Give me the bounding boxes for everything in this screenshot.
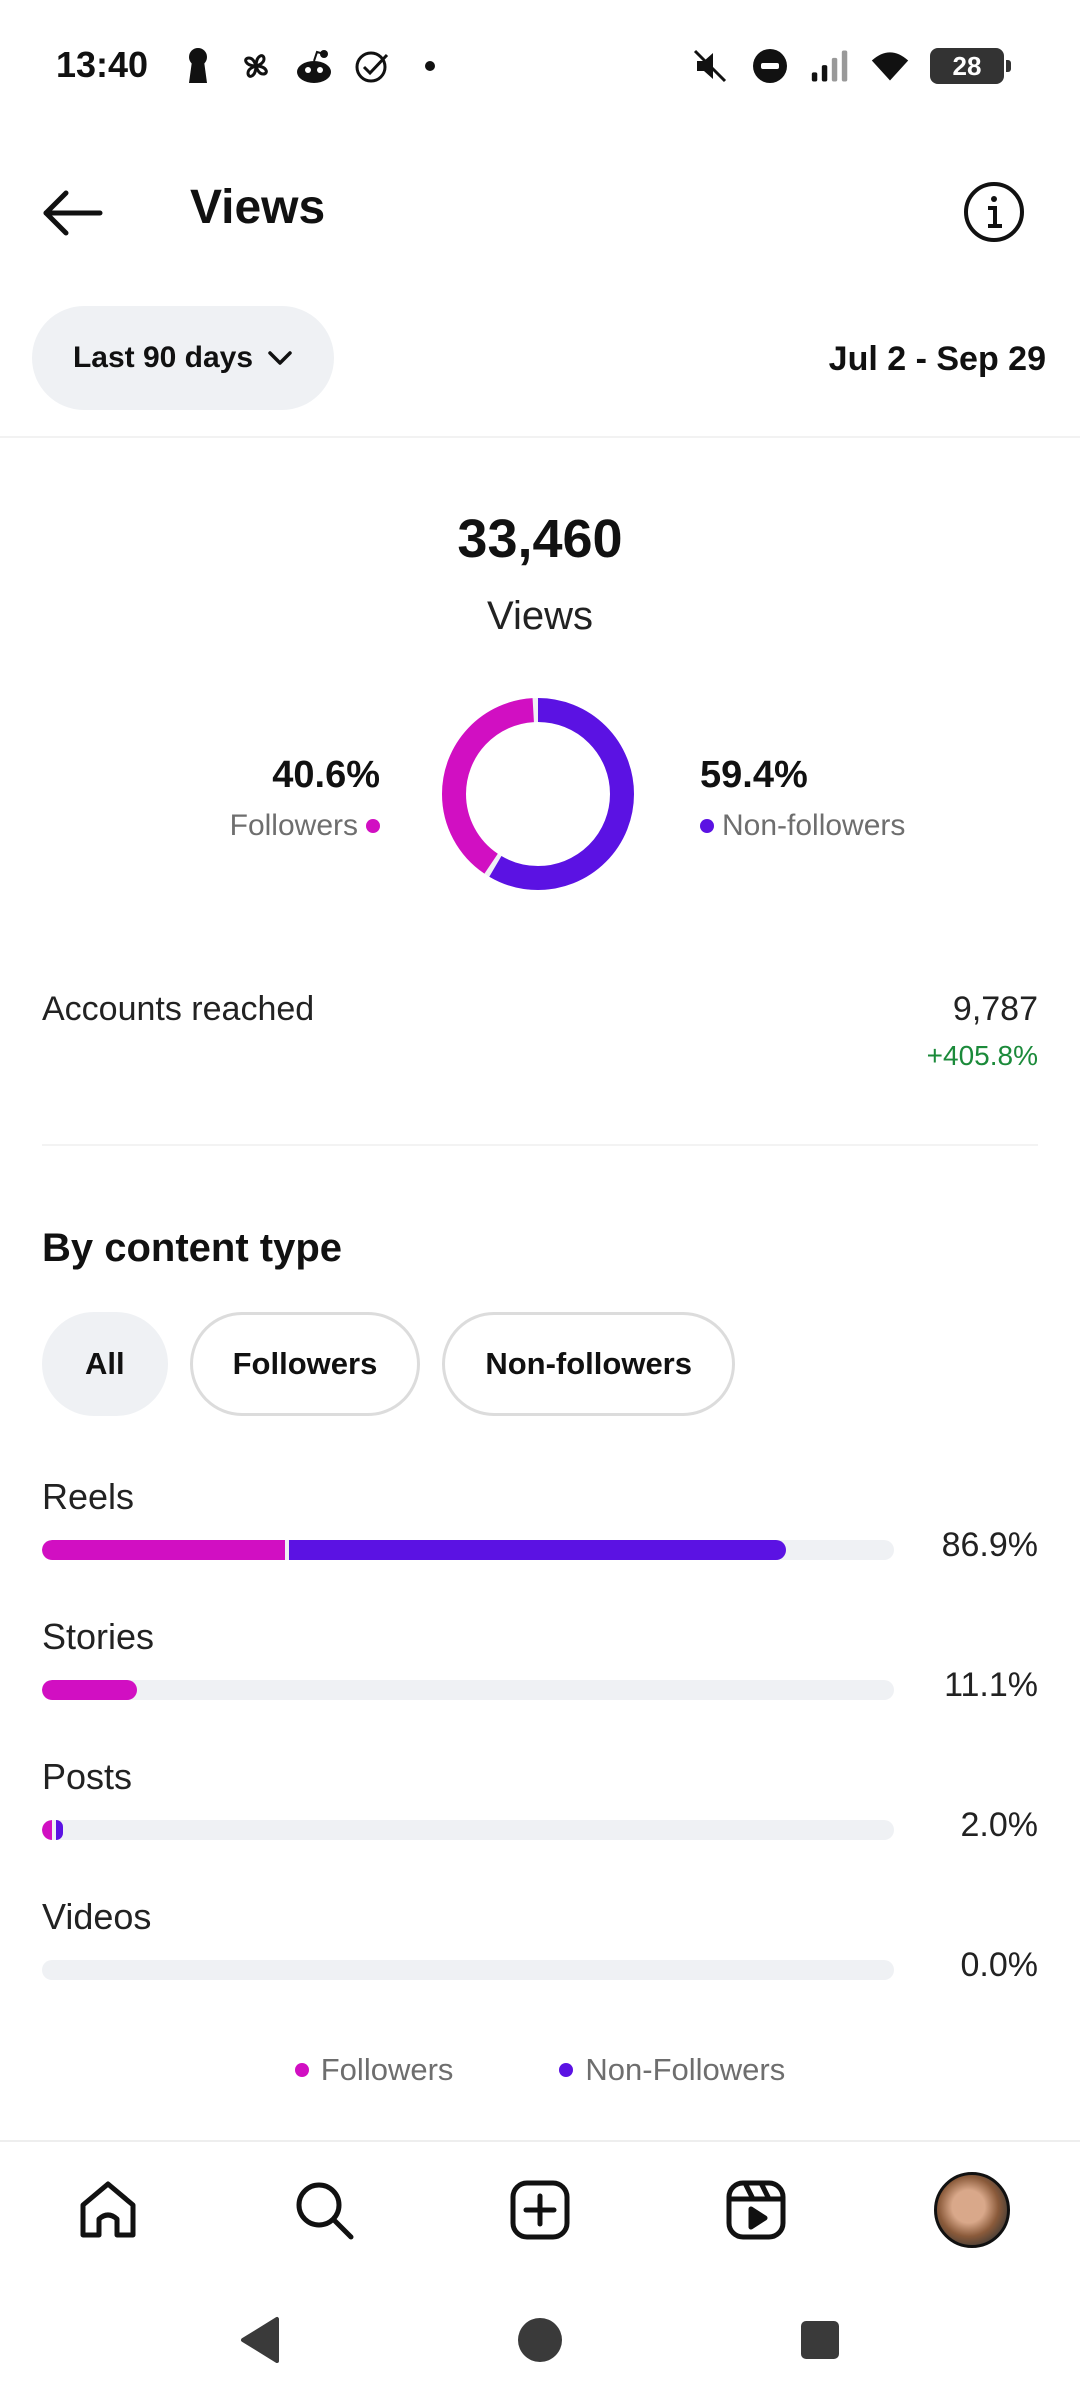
page-title: Views — [190, 181, 326, 234]
followers-label: Followers — [229, 809, 358, 842]
do-not-disturb-icon — [750, 46, 790, 86]
accounts-reached-change: +405.8% — [926, 1040, 1038, 1071]
bar-segment-followers — [42, 1820, 53, 1840]
nonfollowers-label: Non-followers — [722, 809, 906, 842]
followers-dot-icon — [294, 2063, 309, 2077]
wifi-icon — [870, 46, 910, 86]
nonfollowers-dot-icon — [700, 819, 714, 833]
bar-segment-nonfollowers — [288, 1540, 787, 1560]
accounts-reached-label: Accounts reached — [42, 990, 315, 1028]
legend-label-followers: Followers — [320, 2052, 454, 2087]
nonfollowers-dot-icon — [559, 2063, 574, 2077]
nav-create[interactable] — [504, 2174, 576, 2246]
content-row-percent: 0.0% — [960, 1946, 1039, 1984]
content-row-percent: 86.9% — [941, 1526, 1038, 1564]
accounts-reached-row[interactable]: Accounts reached 9,787 +405.8% — [42, 990, 1038, 1080]
date-range-dropdown-label: Last 90 days — [72, 341, 254, 374]
legend-item-followers: Followers — [294, 2052, 454, 2088]
content-row-posts: Posts 2.0% — [42, 1756, 1038, 1876]
content-bar-track — [42, 1540, 894, 1560]
content-bar-track — [42, 1680, 894, 1700]
back-button[interactable] — [38, 178, 108, 248]
signal-icon — [810, 46, 850, 86]
system-recents-button[interactable] — [790, 2310, 850, 2370]
views-donut-chart — [442, 698, 634, 890]
more-dot-icon — [410, 46, 450, 86]
accounts-reached-value: 9,787 — [952, 990, 1038, 1028]
system-back-button[interactable] — [230, 2310, 290, 2370]
content-row-reels: Reels 86.9% — [42, 1476, 1038, 1596]
notification-icons — [178, 46, 450, 86]
content-row-label: Posts — [42, 1756, 133, 1797]
back-triangle-icon — [241, 2317, 279, 2363]
content-bar-track — [42, 1960, 894, 1980]
chip-followers[interactable]: Followers — [189, 1312, 421, 1416]
views-total: 33,460 — [457, 509, 623, 569]
content-row-percent: 2.0% — [960, 1806, 1039, 1844]
arrow-left-icon — [43, 190, 103, 236]
filter-row: Last 90 days Jul 2 - Sep 29 — [0, 306, 1080, 412]
nav-profile[interactable] — [932, 2170, 1012, 2250]
legend-item-nonfollowers: Non-Followers — [559, 2052, 785, 2088]
info-icon — [964, 182, 1024, 242]
mute-icon — [690, 46, 730, 86]
home-icon — [80, 2181, 136, 2238]
nav-search[interactable] — [288, 2174, 360, 2246]
legend-label-nonfollowers: Non-Followers — [585, 2052, 786, 2087]
date-range-text: Jul 2 - Sep 29 — [828, 340, 1046, 378]
pinwheel-icon — [236, 46, 276, 86]
check-circle-icon — [352, 46, 392, 86]
keyhole-icon — [178, 46, 218, 86]
divider — [0, 436, 1080, 438]
system-home-button[interactable] — [510, 2310, 570, 2370]
reels-icon — [726, 2180, 786, 2240]
nonfollowers-percent: 59.4% — [700, 754, 808, 796]
audience-filter-chips: All Followers Non-followers — [42, 1312, 735, 1416]
info-button[interactable] — [960, 178, 1028, 246]
content-row-label: Stories — [42, 1616, 155, 1657]
search-icon — [296, 2182, 354, 2240]
reddit-icon — [294, 46, 334, 86]
header: Views — [0, 160, 1080, 260]
system-status-icons: 28 — [690, 46, 1011, 86]
followers-percent: 40.6% — [272, 754, 380, 796]
views-label: Views — [487, 594, 593, 638]
followers-stat: 40.6% Followers — [230, 754, 380, 843]
content-row-label: Videos — [42, 1896, 152, 1937]
bar-segment-nonfollowers — [56, 1820, 64, 1840]
chip-nonfollowers[interactable]: Non-followers — [442, 1312, 735, 1416]
system-navigation — [0, 2276, 1080, 2400]
nav-reels[interactable] — [720, 2174, 792, 2246]
nonfollowers-stat: 59.4% Non-followers — [700, 754, 905, 843]
bar-segment-followers — [42, 1680, 137, 1700]
nav-home[interactable] — [72, 2174, 144, 2246]
content-bar-track — [42, 1820, 894, 1840]
create-icon — [510, 2180, 570, 2240]
home-circle-icon — [518, 2318, 562, 2362]
battery-icon: 28 — [930, 48, 1011, 84]
status-time: 13:40 — [56, 44, 149, 85]
profile-avatar — [934, 2172, 1010, 2248]
bar-segment-followers — [42, 1540, 285, 1560]
content-row-percent: 11.1% — [944, 1666, 1038, 1704]
content-type-legend: Followers Non-Followers — [0, 2052, 1080, 2088]
status-bar: 13:40 28 — [0, 0, 1080, 136]
content-row-videos: Videos 0.0% — [42, 1896, 1038, 2016]
divider — [42, 1144, 1038, 1146]
content-row-stories: Stories 11.1% — [42, 1616, 1038, 1736]
bottom-navigation — [0, 2140, 1080, 2276]
date-range-dropdown[interactable]: Last 90 days — [32, 306, 334, 410]
section-title-content-type: By content type — [42, 1226, 343, 1270]
followers-dot-icon — [366, 819, 380, 833]
content-row-label: Reels — [42, 1476, 135, 1517]
recents-square-icon — [801, 2321, 839, 2359]
chip-all[interactable]: All — [42, 1312, 168, 1416]
chevron-down-icon — [268, 351, 292, 365]
